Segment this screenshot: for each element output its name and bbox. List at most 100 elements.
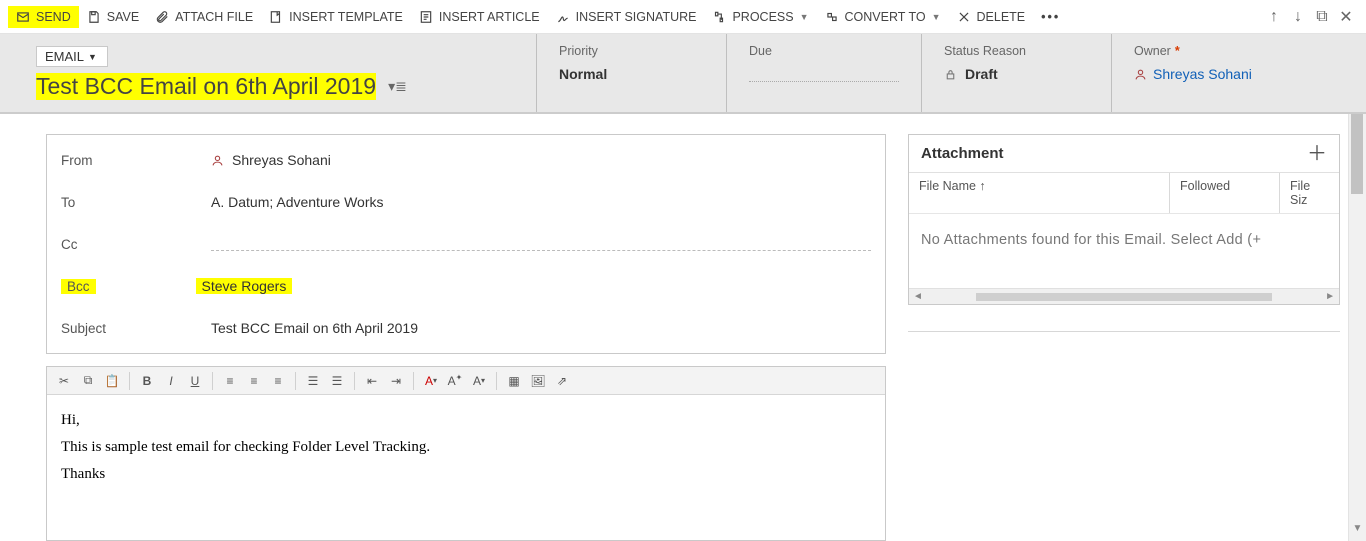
bcc-row[interactable]: Bcc Steve Rogers	[47, 265, 885, 307]
cut-button[interactable]: ✂	[53, 371, 75, 391]
envelope-icon	[16, 10, 30, 24]
popout-icon: ⧉	[1316, 8, 1327, 26]
indent-button[interactable]: ⇥	[385, 371, 407, 391]
section-divider	[908, 331, 1340, 332]
required-indicator: *	[1175, 44, 1180, 58]
save-button[interactable]: SAVE	[79, 6, 147, 28]
underline-button[interactable]: U	[184, 371, 206, 391]
align-left-button[interactable]: ≡	[219, 371, 241, 391]
form-selector-icon[interactable]: ▾≣	[388, 78, 407, 95]
send-button[interactable]: SEND	[8, 6, 79, 28]
outdent-button[interactable]: ⇤	[361, 371, 383, 391]
bold-button[interactable]: B	[136, 371, 158, 391]
copy-button[interactable]: ⧉	[77, 371, 99, 391]
owner-field[interactable]: Owner * Shreyas Sohani	[1111, 34, 1301, 112]
owner-value[interactable]: Shreyas Sohani	[1134, 66, 1279, 82]
insert-article-button[interactable]: INSERT ARTICLE	[411, 6, 548, 28]
paste-button[interactable]: 📋	[101, 371, 123, 391]
email-fields-card: From Shreyas Sohani To A. Datum; Adventu…	[46, 134, 886, 354]
attachments-h-scrollbar[interactable]: ◄ ►	[909, 288, 1339, 304]
record-header: EMAIL ▼ Test BCC Email on 6th April 2019…	[0, 34, 1366, 114]
paperclip-icon	[155, 10, 169, 24]
font-size-button[interactable]: A✦	[444, 371, 466, 391]
insert-signature-button[interactable]: INSERT SIGNATURE	[548, 6, 705, 28]
cc-row[interactable]: Cc	[47, 223, 885, 265]
due-field[interactable]: Due	[726, 34, 921, 112]
italic-button[interactable]: I	[160, 371, 182, 391]
insert-image-button[interactable]: 🖼	[527, 371, 549, 391]
followed-column-header[interactable]: Followed	[1169, 173, 1279, 213]
insert-link-button[interactable]: ⇗	[551, 371, 573, 391]
priority-value: Normal	[559, 66, 704, 82]
more-commands-button[interactable]: •••	[1033, 6, 1068, 28]
insert-article-label: INSERT ARTICLE	[439, 10, 540, 24]
process-button[interactable]: PROCESS ▼	[704, 6, 816, 28]
page-v-scrollbar[interactable]: ▼	[1348, 114, 1366, 541]
to-value[interactable]: A. Datum; Adventure Works	[211, 194, 871, 210]
article-icon	[419, 10, 433, 24]
copy-icon: ⧉	[84, 373, 93, 388]
ordered-list-button[interactable]: ☰	[302, 371, 324, 391]
status-reason-label: Status Reason	[944, 44, 1089, 58]
font-color-button[interactable]: A▾	[420, 371, 442, 391]
process-icon	[712, 10, 726, 24]
delete-label: DELETE	[977, 10, 1026, 24]
subject-value[interactable]: Test BCC Email on 6th April 2019	[211, 320, 871, 336]
editor-card: ✂ ⧉ 📋 B I U ≡ ≡ ≡ ☰ ☰ ⇤ ⇥ A▾ A✦ A▾	[46, 366, 886, 541]
attachments-panel: Attachment ＋ File Name ↑ Followed File S…	[908, 134, 1340, 305]
editor-body[interactable]: Hi, This is sample test email for checki…	[47, 395, 885, 500]
from-value[interactable]: Shreyas Sohani	[211, 152, 871, 168]
add-attachment-button[interactable]: ＋	[1307, 147, 1327, 161]
ordered-list-icon: ☰	[308, 374, 319, 388]
status-reason-field[interactable]: Status Reason Draft	[921, 34, 1111, 112]
scrollbar-thumb[interactable]	[976, 293, 1271, 301]
indent-icon: ⇥	[391, 374, 401, 388]
entity-dropdown[interactable]: EMAIL ▼	[36, 46, 108, 67]
attachments-empty-message: No Attachments found for this Email. Sel…	[909, 214, 1339, 288]
font-color-icon: A	[425, 374, 433, 388]
from-row[interactable]: From Shreyas Sohani	[47, 139, 885, 181]
outdent-icon: ⇤	[367, 374, 377, 388]
owner-label: Owner	[1134, 44, 1171, 58]
process-label: PROCESS	[732, 10, 793, 24]
filename-column-header[interactable]: File Name ↑	[909, 173, 1169, 213]
record-title: Test BCC Email on 6th April 2019	[36, 73, 376, 100]
close-button[interactable]: ✕	[1334, 5, 1358, 29]
font-family-button[interactable]: A▾	[468, 371, 490, 391]
scrollbar-thumb[interactable]	[1351, 114, 1363, 194]
command-bar: SEND SAVE ATTACH FILE INSERT TEMPLATE IN…	[0, 0, 1366, 34]
send-label: SEND	[36, 10, 71, 24]
subject-row[interactable]: Subject Test BCC Email on 6th April 2019	[47, 307, 885, 349]
insert-template-button[interactable]: INSERT TEMPLATE	[261, 6, 411, 28]
cc-value[interactable]	[211, 237, 871, 251]
image-icon: 🖼	[530, 374, 545, 388]
convert-to-button[interactable]: CONVERT TO ▼	[817, 6, 949, 28]
nav-down-button[interactable]: ↓	[1286, 5, 1310, 29]
insert-table-button[interactable]: ▦	[503, 371, 525, 391]
italic-icon: I	[169, 374, 172, 388]
chevron-down-icon: ▼	[932, 12, 941, 22]
align-right-button[interactable]: ≡	[267, 371, 289, 391]
attachments-title: Attachment	[921, 145, 1004, 162]
priority-label: Priority	[559, 44, 704, 58]
insert-signature-label: INSERT SIGNATURE	[576, 10, 697, 24]
align-center-button[interactable]: ≡	[243, 371, 265, 391]
scissors-icon: ✂	[59, 374, 69, 388]
underline-icon: U	[191, 374, 200, 388]
popout-button[interactable]: ⧉	[1310, 5, 1334, 29]
priority-field[interactable]: Priority Normal	[536, 34, 726, 112]
person-icon	[211, 154, 224, 167]
lock-icon	[944, 68, 957, 81]
body-line-1: Hi,	[61, 407, 871, 434]
filesize-column-header[interactable]: File Siz	[1279, 173, 1339, 213]
delete-button[interactable]: DELETE	[949, 6, 1034, 28]
unordered-list-button[interactable]: ☰	[326, 371, 348, 391]
scroll-left-icon: ◄	[913, 291, 923, 302]
attach-file-button[interactable]: ATTACH FILE	[147, 6, 261, 28]
bcc-value[interactable]: Steve Rogers	[196, 278, 293, 294]
nav-up-button[interactable]: ↑	[1262, 5, 1286, 29]
to-row[interactable]: To A. Datum; Adventure Works	[47, 181, 885, 223]
unordered-list-icon: ☰	[332, 374, 343, 388]
form-body: From Shreyas Sohani To A. Datum; Adventu…	[0, 114, 1366, 541]
delete-icon	[957, 10, 971, 24]
